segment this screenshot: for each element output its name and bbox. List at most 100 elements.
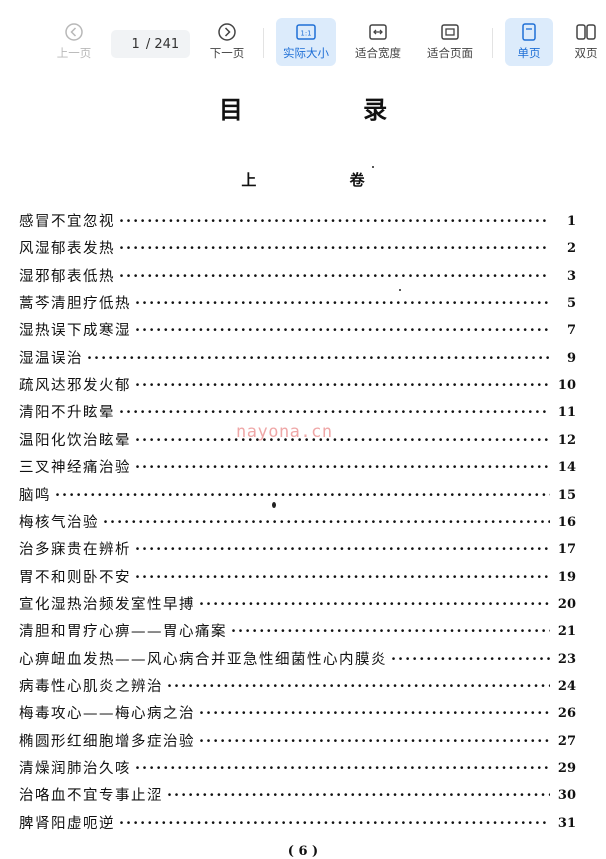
toc-entry-title: 病毒性心肌炎之辨治: [19, 678, 163, 695]
toc-leader-dots: ········································…: [87, 349, 550, 367]
single-page-label: 单页: [517, 46, 541, 60]
toc-entry[interactable]: 湿热误下成寒湿 ·································…: [19, 320, 576, 342]
fit-width-label: 适合宽度: [355, 46, 401, 60]
prev-page-button[interactable]: 上一页: [52, 18, 96, 66]
toc-entry-page: 31: [557, 815, 576, 831]
toc-leader-dots: ········································…: [135, 568, 550, 586]
toc-leader-dots: ········································…: [135, 377, 550, 395]
toc-entry-page: 29: [557, 761, 576, 776]
toc-entry[interactable]: 疏风达邪发火郁 ·································…: [19, 375, 576, 397]
toc-entry-title: 清阳不升眩晕: [19, 405, 115, 422]
next-page-label: 下一页: [209, 46, 245, 60]
toc-entry[interactable]: 湿温误治 ····································…: [19, 348, 576, 370]
toc-entry-page: 5: [566, 296, 576, 312]
prev-page-label: 上一页: [56, 46, 92, 60]
toc-leader-dots: ········································…: [199, 595, 550, 613]
toc-entry[interactable]: 治咯血不宜专事止涩 ·······························…: [19, 785, 576, 807]
toc-entry[interactable]: 病毒性心肌炎之辨治 ·······························…: [19, 676, 576, 698]
volume-title: 上 卷: [241, 171, 409, 189]
toc-entry[interactable]: 三叉神经痛治验 ·································…: [19, 457, 576, 479]
double-page-button[interactable]: 双页: [566, 18, 606, 66]
toc-entry[interactable]: 湿邪郁表低热 ··································…: [19, 266, 576, 288]
toc-leader-dots: ········································…: [167, 787, 550, 805]
toc-leader-dots: ········································…: [199, 732, 550, 750]
toc-entry-page: 2: [566, 241, 576, 257]
fit-width-icon: [369, 24, 387, 40]
toc-entry-title: 三叉神经痛治验: [19, 460, 131, 477]
toc-entry-page: 30: [557, 788, 576, 804]
toc-entry[interactable]: 治多寐贵在辨析 ·································…: [19, 539, 576, 561]
toc-leader-dots: ········································…: [135, 760, 550, 777]
fit-page-icon: [441, 24, 459, 40]
toc-entry-title: 湿温误治: [19, 350, 83, 367]
toolbar-divider: [263, 28, 264, 58]
toc-entry-page: 19: [557, 569, 576, 585]
toc-entry-title: 胃不和则卧不安: [19, 569, 131, 586]
toc-leader-dots: ········································…: [391, 650, 550, 668]
double-page-icon: [576, 24, 596, 40]
toc-entry[interactable]: 脑鸣 ······································…: [19, 485, 576, 507]
print-speck: [272, 502, 276, 508]
toc-leader-dots: ········································…: [199, 705, 550, 723]
toc-entry-title: 梅核气治验: [19, 514, 99, 531]
fit-page-label: 适合页面: [427, 46, 473, 60]
toc-entry[interactable]: 心痹衄血发热——风心病合并亚急性细菌性心内膜炎 ·················…: [19, 649, 576, 671]
toc-entry-title: 疏风达邪发火郁: [19, 378, 131, 395]
chevron-right-icon: [218, 23, 236, 41]
toc-entry[interactable]: 感冒不宜忽视 ··································…: [19, 211, 576, 233]
toolbar-divider: [492, 28, 493, 58]
toc-title: 目 录: [218, 95, 444, 124]
actual-size-icon: 1:1: [296, 24, 316, 40]
toc-entry[interactable]: 蒿芩清胆疗低热 ·································…: [19, 293, 576, 315]
total-pages: / 241: [145, 36, 180, 52]
toc-leader-dots: ········································…: [135, 459, 550, 477]
toc-entry[interactable]: 胃不和则卧不安 ·································…: [19, 567, 576, 589]
toc-entry[interactable]: 清胆和胃疗心痹——胃心痛案 ···························…: [19, 621, 576, 643]
toc-entry-title: 清胆和胃疗心痹——胃心痛案: [19, 624, 227, 641]
toc-entry-page: 23: [557, 651, 576, 667]
next-page-button[interactable]: 下一页: [205, 18, 249, 66]
toc-entry-title: 心痹衄血发热——风心病合并亚急性细菌性心内膜炎: [19, 651, 387, 668]
svg-text:1:1: 1:1: [300, 30, 311, 38]
toc-entry-title: 梅毒攻心——梅心病之治: [19, 706, 195, 723]
toc-leader-dots: ········································…: [135, 295, 550, 313]
toc-entry-page: 14: [557, 460, 576, 476]
toc-entry-page: 9: [566, 350, 576, 366]
toc-entry[interactable]: 清燥润肺治久咳 ·································…: [19, 758, 576, 780]
toc-entry-page: 10: [557, 378, 576, 394]
actual-size-label: 实际大小: [283, 46, 329, 60]
toc-entry-page: 3: [566, 268, 576, 284]
chevron-left-icon: [65, 23, 83, 41]
toc-entry-page: 27: [557, 733, 576, 749]
toc-leader-dots: ········································…: [119, 404, 550, 422]
toc-entry-title: 感冒不宜忽视: [19, 214, 115, 230]
toc-entry-page: 26: [557, 706, 576, 722]
toc-entry-page: 16: [557, 514, 576, 530]
single-page-button[interactable]: 单页: [505, 18, 553, 66]
toc-entry[interactable]: 脾肾阳虚呃逆 ··································…: [19, 813, 576, 835]
toc-leader-dots: ········································…: [135, 322, 550, 340]
toc-entry[interactable]: 风湿郁表发热 ··································…: [19, 238, 576, 260]
fit-width-button[interactable]: 适合宽度: [349, 18, 407, 66]
page-number-input[interactable]: [121, 36, 140, 52]
toc-entry-page: 21: [557, 624, 576, 640]
toc-entry-title: 蒿芩清胆疗低热: [19, 296, 131, 313]
fit-page-button[interactable]: 适合页面: [421, 18, 479, 66]
toc-entry[interactable]: 椭圆形红细胞增多症治验 ·····························…: [19, 731, 576, 753]
toc-entry-page: 11: [557, 405, 576, 421]
toc-entry-page: 17: [557, 542, 576, 558]
viewer-toolbar: 上一页 / 241 下一页 1:1 实际大小 适合宽度: [0, 0, 606, 78]
toc-entry[interactable]: 梅核气治验 ···································…: [19, 512, 576, 534]
document-page: 目 录 上 卷 感冒不宜忽视 ··························…: [0, 78, 606, 859]
actual-size-button[interactable]: 1:1 实际大小: [276, 18, 336, 66]
toc-entry-page: 1: [566, 214, 576, 229]
toc-entry[interactable]: 梅毒攻心——梅心病之治 ·····························…: [19, 703, 576, 725]
print-speck: [399, 289, 401, 291]
toc-leader-dots: ········································…: [103, 513, 550, 531]
toc-entry-title: 脾肾阳虚呃逆: [19, 815, 115, 832]
print-speck: [372, 166, 374, 168]
double-page-label: 双页: [574, 46, 598, 60]
toc-entry[interactable]: 宣化湿热治频发室性早搏 ·····························…: [19, 594, 576, 616]
toc-entry-title: 脑鸣: [19, 487, 51, 504]
toc-entry-page: 12: [557, 432, 576, 448]
